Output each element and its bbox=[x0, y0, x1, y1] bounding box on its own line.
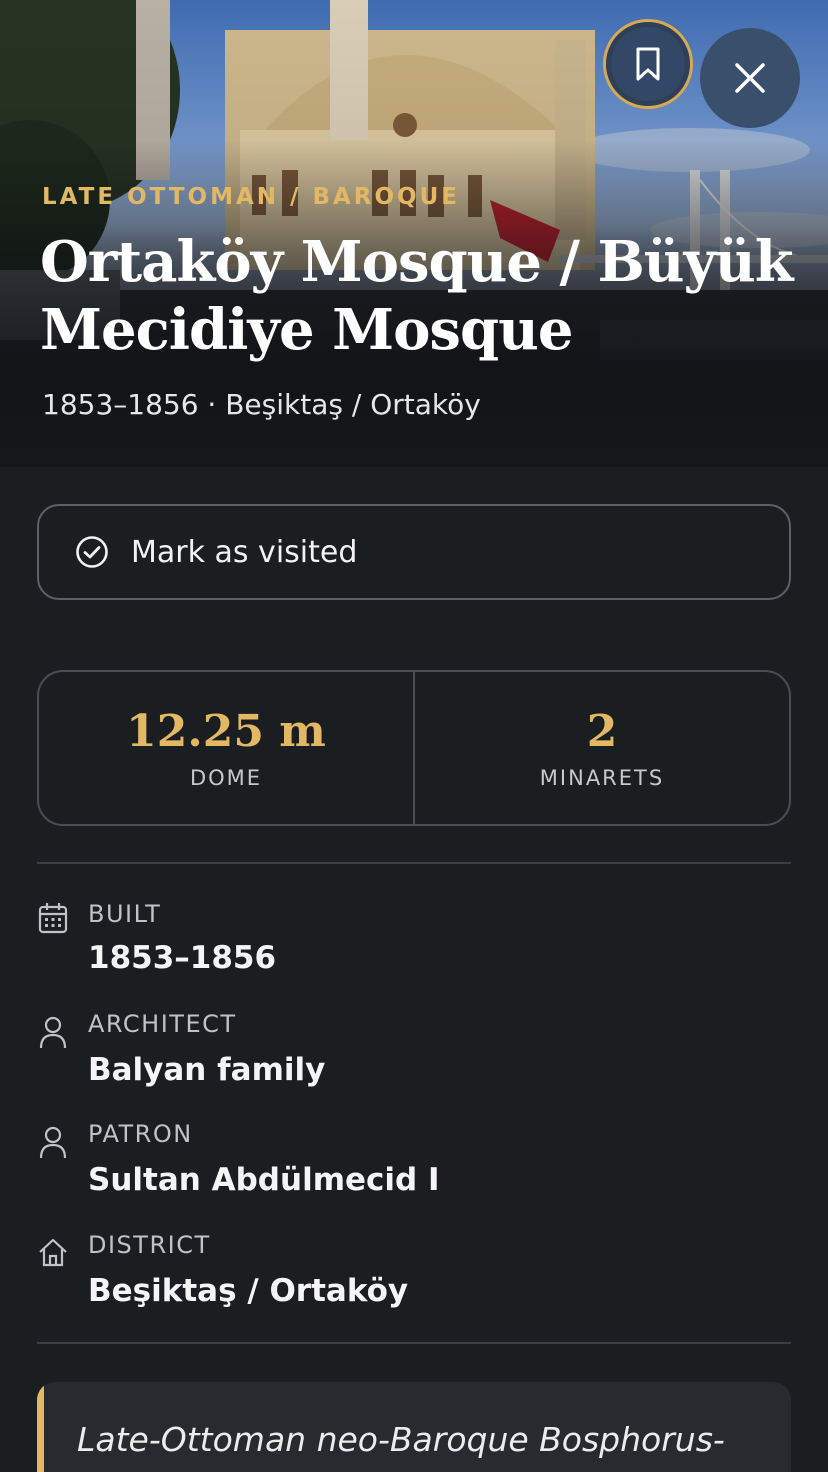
stat-caption: MINARETS bbox=[539, 766, 665, 790]
check-circle-icon bbox=[76, 536, 108, 568]
divider bbox=[37, 862, 791, 864]
stat-dome: 12.25 m DOME bbox=[39, 672, 413, 824]
page-subtitle: 1853–1856 · Beşiktaş / Ortaköy bbox=[42, 388, 481, 421]
stat-caption: DOME bbox=[189, 766, 263, 790]
detail-label: DISTRICT bbox=[88, 1231, 211, 1259]
home-icon bbox=[39, 1238, 67, 1267]
stats-card: 12.25 m DOME 2 MINARETS bbox=[37, 670, 791, 826]
hero-image: LATE OTTOMAN / BAROQUE Ortaköy Mosque / … bbox=[0, 0, 828, 467]
quote-accent-bar bbox=[37, 1382, 44, 1472]
mark-visited-label: Mark as visited bbox=[131, 534, 358, 570]
calendar-icon bbox=[38, 903, 68, 934]
detail-label: ARCHITECT bbox=[88, 1010, 237, 1038]
close-button[interactable] bbox=[700, 28, 800, 128]
detail-value: Sultan Abdülmecid I bbox=[88, 1162, 440, 1198]
stat-minarets: 2 MINARETS bbox=[413, 672, 789, 824]
stat-value: 2 bbox=[586, 706, 618, 757]
mark-visited-button[interactable]: Mark as visited bbox=[37, 504, 791, 600]
detail-label: PATRON bbox=[88, 1120, 193, 1148]
person-icon bbox=[39, 1126, 67, 1159]
style-tag: LATE OTTOMAN / BAROQUE bbox=[42, 184, 460, 210]
detail-value: Beşiktaş / Ortaköy bbox=[88, 1273, 409, 1309]
detail-value: Balyan family bbox=[88, 1052, 326, 1088]
person-icon bbox=[39, 1016, 67, 1049]
quote-text: Late-Ottoman neo-Baroque Bosphorus- bbox=[77, 1420, 725, 1459]
close-icon bbox=[735, 63, 765, 93]
bookmark-icon bbox=[636, 47, 660, 81]
detail-value: 1853–1856 bbox=[88, 940, 277, 976]
page-title: Ortaköy Mosque / Büyük Mecidiye Mosque bbox=[40, 229, 794, 363]
stat-value: 12.25 m bbox=[126, 706, 326, 757]
bookmark-button[interactable] bbox=[603, 19, 693, 109]
detail-label: BUILT bbox=[88, 900, 162, 928]
divider bbox=[37, 1342, 791, 1344]
description-quote: Late-Ottoman neo-Baroque Bosphorus- bbox=[37, 1382, 791, 1472]
